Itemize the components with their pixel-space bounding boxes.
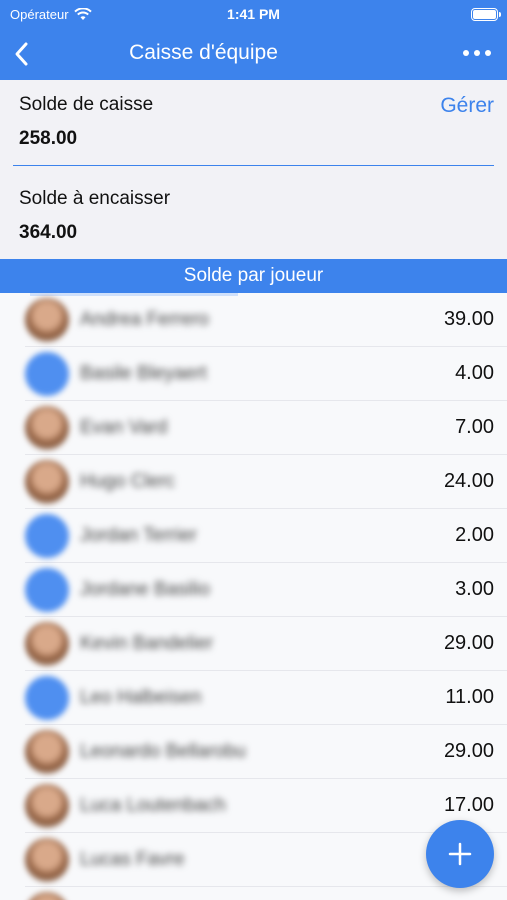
status-bar: Opérateur 1:41 PM: [0, 0, 507, 30]
player-row[interactable]: Luca Loutenbach 17.00: [25, 779, 507, 833]
player-name: Jordan Terrier: [80, 525, 197, 546]
avatar: [25, 730, 69, 774]
due-balance-label: Solde à encaisser: [19, 188, 171, 209]
header: Opérateur 1:41 PM Caisse d'équipe: [0, 0, 507, 80]
player-name: Lucas Favre: [80, 849, 185, 870]
player-name: Luca Loutenbach: [80, 795, 226, 816]
player-balance: 29.00: [443, 632, 494, 654]
manage-button[interactable]: Gérer: [440, 94, 494, 118]
page-title: Caisse d'équipe: [129, 41, 278, 64]
player-name: Jordane Basilio: [80, 579, 210, 600]
more-icon[interactable]: [463, 50, 491, 56]
add-button[interactable]: [426, 820, 494, 888]
player-name: Kevin Bandelier: [80, 633, 214, 654]
cash-balance-value: 258.00: [19, 128, 78, 149]
player-row[interactable]: Leonardo Bellarobu 29.00: [25, 725, 507, 779]
player-row[interactable]: Basile Bleyaert 4.00: [25, 347, 507, 401]
player-row[interactable]: Evan Vard 7.00: [25, 401, 507, 455]
player-balance: 7.00: [455, 416, 494, 438]
avatar: [25, 784, 69, 828]
player-row[interactable]: Jordane Basilio 3.00: [25, 563, 507, 617]
player-row[interactable]: Jordan Terrier 2.00: [25, 509, 507, 563]
plus-icon: [448, 842, 472, 866]
player-balance: 17.00: [443, 794, 494, 816]
player-balance: 2.00: [455, 524, 494, 546]
balance-panel: Solde de caisse 258.00 Gérer Solde à enc…: [0, 80, 507, 260]
avatar: [25, 838, 69, 882]
player-balance: 11.00: [445, 686, 494, 708]
player-balance: 4.00: [455, 362, 494, 384]
player-row[interactable]: Andrea Ferrero 39.00: [25, 293, 507, 347]
player-row[interactable]: Kevin Bandelier 29.00: [25, 617, 507, 671]
player-name: Leonardo Bellarobu: [80, 741, 246, 762]
player-balance: 3.00: [455, 578, 494, 600]
avatar: [25, 676, 69, 720]
avatar: [25, 460, 69, 504]
avatar: [25, 622, 69, 666]
avatar: [25, 568, 69, 612]
player-name: Basile Bleyaert: [80, 363, 207, 384]
player-balance: 24.00: [443, 470, 494, 492]
battery-icon: [471, 8, 501, 21]
avatar: [25, 298, 69, 342]
player-balance: 29.00: [443, 740, 494, 762]
avatar: [25, 352, 69, 396]
avatar: [25, 514, 69, 558]
player-name: Hugo Clerc: [80, 471, 176, 492]
clock: 1:41 PM: [227, 6, 280, 22]
player-balance: 39.00: [443, 308, 494, 330]
player-name: Andrea Ferrero: [80, 309, 209, 330]
nav-bar: Caisse d'équipe: [0, 30, 507, 78]
section-header: Solde par joueur: [0, 259, 507, 293]
divider: [13, 165, 494, 166]
avatar: [25, 406, 69, 450]
player-row[interactable]: [25, 887, 507, 900]
due-balance-value: 364.00: [19, 222, 78, 243]
avatar: [25, 892, 69, 900]
player-name: Leo Halbeisen: [80, 687, 202, 708]
player-row[interactable]: Leo Halbeisen 11.00: [25, 671, 507, 725]
player-row[interactable]: Hugo Clerc 24.00: [25, 455, 507, 509]
player-list[interactable]: Andrea Ferrero 39.00 Basile Bleyaert 4.00 Ev…: [0, 293, 507, 900]
player-name: Evan Vard: [80, 417, 168, 438]
cash-balance-label: Solde de caisse: [19, 94, 154, 115]
